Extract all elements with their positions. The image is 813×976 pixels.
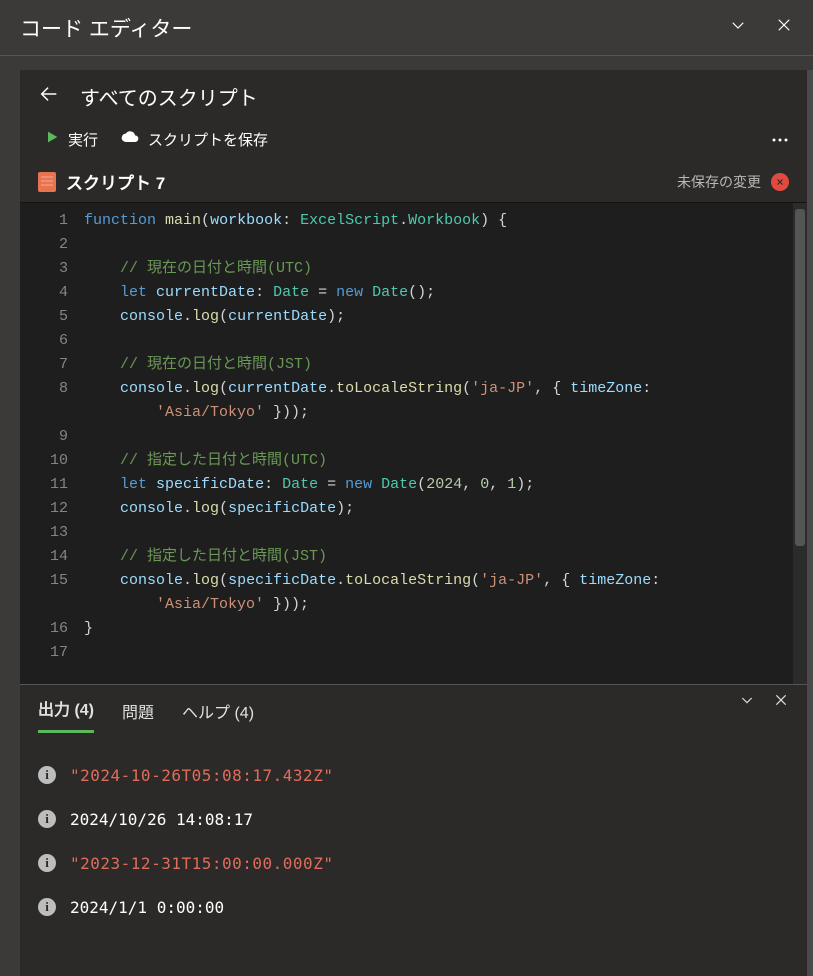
info-icon: i bbox=[38, 766, 56, 784]
play-icon bbox=[44, 129, 60, 149]
back-arrow-icon[interactable] bbox=[38, 83, 60, 110]
log-text: "2023-12-31T15:00:00.000Z" bbox=[70, 854, 333, 873]
unsaved-changes-label: 未保存の変更 bbox=[677, 172, 761, 192]
tab-help[interactable]: ヘルプ (4) bbox=[182, 699, 254, 733]
save-button-label: スクリプトを保存 bbox=[148, 129, 268, 150]
more-menu-button[interactable] bbox=[771, 130, 789, 148]
console-output[interactable]: i "2024-10-26T05:08:17.432Z" i 2024/10/26 1… bbox=[20, 733, 807, 976]
toolbar-left: 実行 スクリプトを保存 bbox=[38, 123, 274, 155]
run-button-label: 実行 bbox=[68, 129, 98, 150]
panel-scrollbar[interactable] bbox=[807, 70, 813, 976]
info-icon: i bbox=[38, 898, 56, 916]
console-close-icon[interactable] bbox=[773, 692, 789, 713]
script-header: スクリプト 7 未保存の変更 bbox=[20, 163, 807, 202]
tab-problems[interactable]: 問題 bbox=[122, 699, 154, 733]
titlebar: コード エディター bbox=[0, 0, 813, 56]
script-file-icon bbox=[38, 172, 56, 192]
breadcrumb-title[interactable]: すべてのスクリプト bbox=[80, 82, 258, 111]
tab-output[interactable]: 出力 (4) bbox=[38, 696, 94, 733]
run-button[interactable]: 実行 bbox=[38, 125, 104, 154]
code-area[interactable]: function main(workbook: ExcelScript.Work… bbox=[80, 203, 779, 684]
console-collapse-icon[interactable] bbox=[739, 692, 755, 713]
close-icon[interactable] bbox=[775, 16, 793, 39]
titlebar-title: コード エディター bbox=[20, 13, 192, 43]
log-row: i 2024/1/1 0:00:00 bbox=[38, 885, 789, 929]
log-text: "2024-10-26T05:08:17.432Z" bbox=[70, 766, 333, 785]
console-panel: 出力 (4) 問題 ヘルプ (4) i "2024-10-26T05:08:17.… bbox=[20, 684, 807, 976]
console-header: 出力 (4) 問題 ヘルプ (4) bbox=[20, 685, 807, 733]
chevron-down-icon[interactable] bbox=[729, 16, 747, 39]
info-icon: i bbox=[38, 854, 56, 872]
titlebar-controls bbox=[729, 16, 793, 39]
log-text: 2024/1/1 0:00:00 bbox=[70, 898, 224, 917]
editor-scrollbar[interactable] bbox=[793, 203, 807, 684]
info-icon: i bbox=[38, 810, 56, 828]
script-name: スクリプト 7 bbox=[66, 169, 165, 194]
minimap[interactable] bbox=[779, 203, 793, 684]
line-gutter: 1234567891011121314151617 bbox=[20, 203, 80, 684]
cloud-save-icon bbox=[120, 127, 140, 151]
log-row: i "2024-10-26T05:08:17.432Z" bbox=[38, 753, 789, 797]
breadcrumb: すべてのスクリプト bbox=[20, 70, 807, 117]
code-editor[interactable]: 1234567891011121314151617 function main(… bbox=[20, 202, 807, 684]
console-controls bbox=[739, 692, 789, 713]
log-row: i 2024/10/26 14:08:17 bbox=[38, 797, 789, 841]
toolbar: 実行 スクリプトを保存 bbox=[20, 117, 807, 163]
log-text: 2024/10/26 14:08:17 bbox=[70, 810, 253, 829]
save-script-button[interactable]: スクリプトを保存 bbox=[114, 123, 274, 155]
console-tabs: 出力 (4) 問題 ヘルプ (4) bbox=[38, 689, 254, 733]
error-badge-icon[interactable] bbox=[771, 173, 789, 191]
log-row: i "2023-12-31T15:00:00.000Z" bbox=[38, 841, 789, 885]
editor-panel: すべてのスクリプト 実行 スクリプトを保存 スクリプト 7 未保存の変更 bbox=[20, 70, 807, 976]
